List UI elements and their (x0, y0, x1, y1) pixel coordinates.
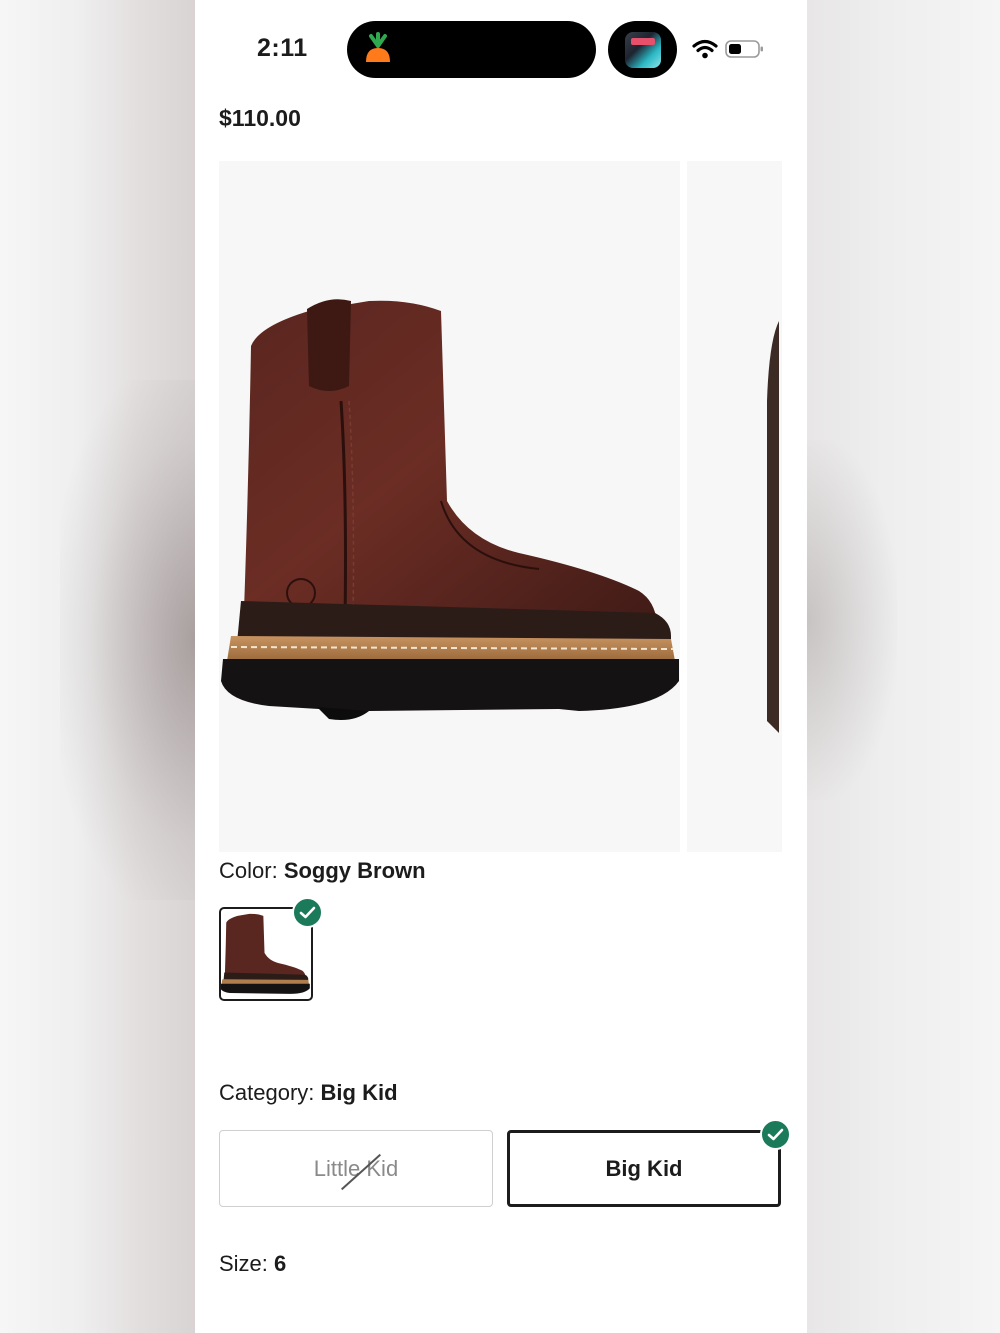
size-value: 6 (274, 1251, 287, 1276)
wifi-icon (692, 39, 718, 59)
category-label: Category: Big Kid (219, 1080, 398, 1105)
swatch-selected-check-icon (292, 897, 323, 928)
battery-icon (725, 40, 763, 58)
category-selected-check-icon (760, 1119, 791, 1150)
background-blur-right (807, 0, 1000, 1333)
status-time: 2:11 (257, 34, 308, 62)
app-thumbnail-icon (625, 32, 661, 68)
category-value: Big Kid (320, 1080, 398, 1105)
category-option-label: Big Kid (605, 1155, 683, 1181)
size-label: Size: 6 (219, 1251, 287, 1276)
category-option-little-kid[interactable]: Little Kid (219, 1130, 493, 1207)
carrot-app-icon (366, 32, 390, 62)
color-value: Soggy Brown (283, 858, 426, 883)
boot-image-next (767, 321, 779, 733)
product-price: $110.00 (219, 105, 301, 131)
dynamic-island-secondary[interactable] (608, 21, 677, 78)
background-blur-left (0, 0, 195, 1333)
category-option-big-kid[interactable]: Big Kid (507, 1130, 781, 1207)
phone-screen: 2:11 $110.00 Color: Soggy Brown Category… (195, 0, 807, 1333)
product-image-next[interactable] (687, 161, 782, 852)
color-label: Color: Soggy Brown (219, 858, 426, 883)
dynamic-island[interactable] (347, 21, 596, 78)
boot-image (221, 299, 679, 720)
product-image-main[interactable] (219, 161, 680, 852)
